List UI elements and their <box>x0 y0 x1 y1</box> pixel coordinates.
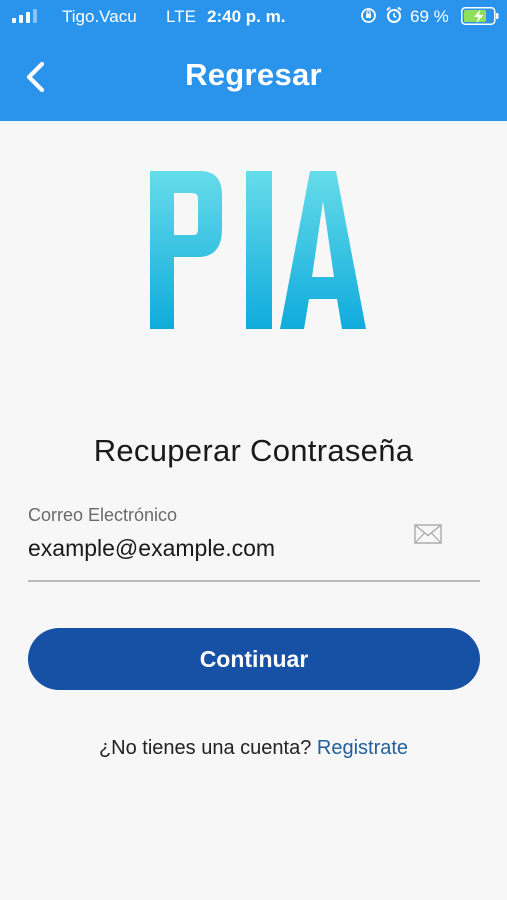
orientation-lock-icon <box>361 8 376 23</box>
carrier-name: Tigo.Vacu <box>62 7 137 26</box>
status-time: 2:40 p. m. <box>207 7 286 26</box>
signal-icon <box>12 8 37 23</box>
continue-button[interactable]: Continuar <box>28 628 480 690</box>
signup-prompt-text: ¿No tienes una cuenta? <box>98 737 312 759</box>
mail-icon <box>414 524 442 544</box>
app-header: Tigo.Vacu LTE 2:40 p. m. 69 % Regresar <box>0 0 507 121</box>
alarm-icon <box>386 6 402 23</box>
network-type: LTE <box>166 7 196 26</box>
page-title: Regresar <box>185 57 322 92</box>
battery-percentage: 69 % <box>410 7 449 26</box>
email-field-label: Correo Electrónico <box>28 505 178 525</box>
recover-password-heading: Recuperar Contraseña <box>93 433 414 468</box>
battery-charging-icon <box>461 7 499 25</box>
pia-logo <box>150 171 366 329</box>
register-link[interactable]: Registrate <box>317 737 408 759</box>
email-field: Correo Electrónico <box>28 505 480 582</box>
email-input[interactable] <box>28 531 408 565</box>
status-bar: Tigo.Vacu LTE 2:40 p. m. 69 % <box>0 0 507 34</box>
signup-prompt: ¿No tienes una cuenta? Registrate <box>0 737 507 760</box>
